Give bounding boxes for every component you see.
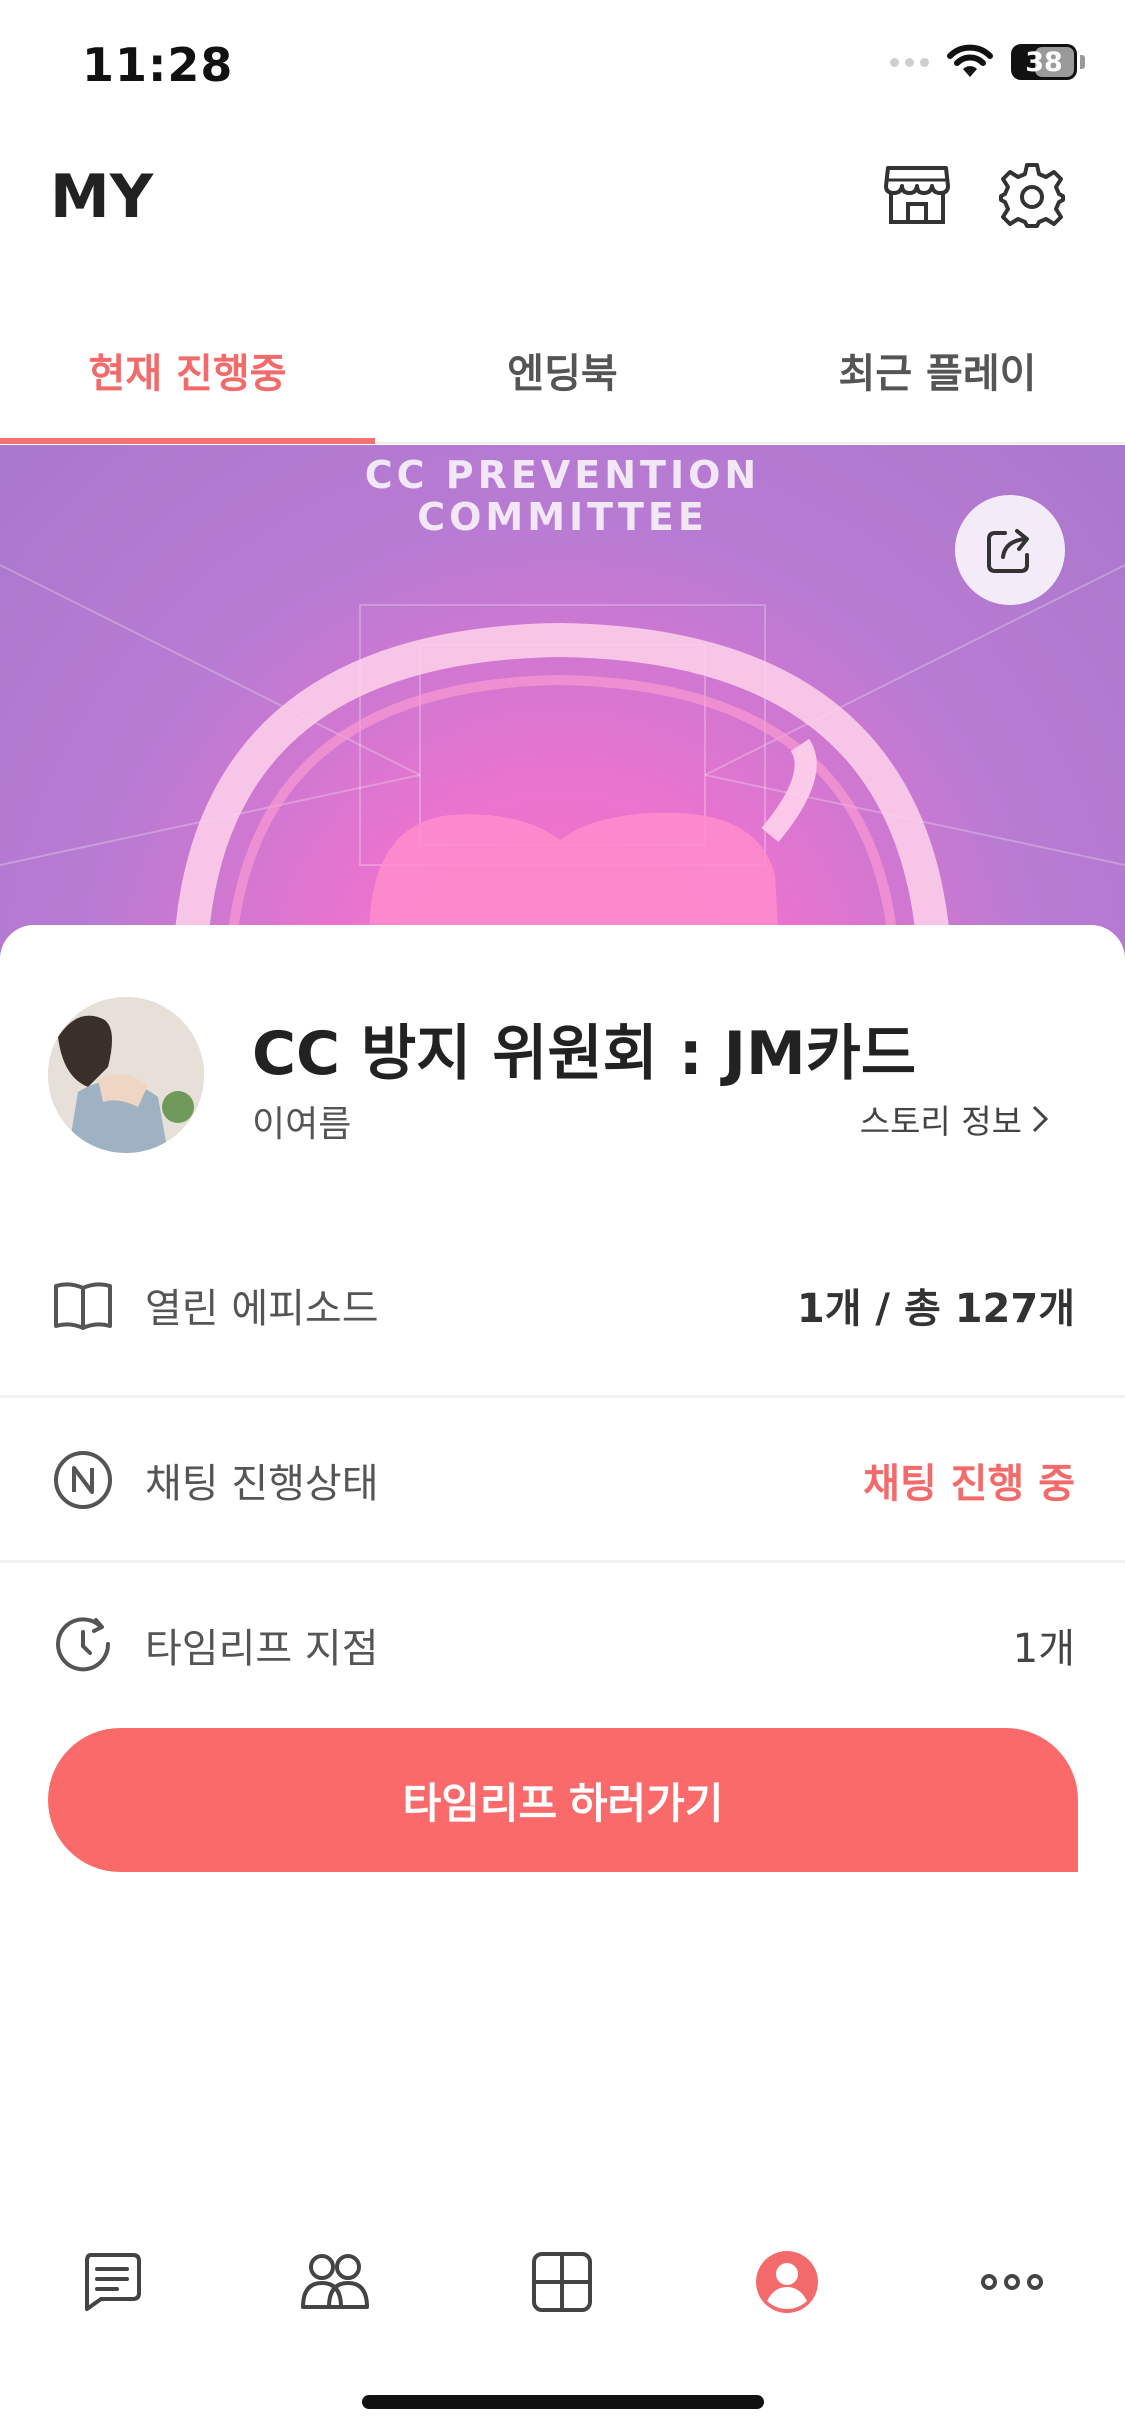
grid-icon (532, 2252, 592, 2312)
chat-status-label: 채팅 진행상태 (145, 1461, 379, 1507)
chat-icon (85, 2253, 141, 2311)
status-bar: 11:28 38 (0, 0, 1125, 130)
status-icons: 38 (890, 44, 1085, 80)
banner-title-line1: CC PREVENTION (364, 453, 761, 497)
story-title: CC 방지 위원회 : JM카드 (252, 1019, 917, 1089)
chat-status-value: 채팅 진행 중 (863, 1461, 1075, 1507)
tab-ending-book[interactable]: 엔딩북 (375, 300, 750, 440)
avatar (48, 997, 204, 1153)
timeleap-label: 타임리프 지점 (145, 1626, 379, 1672)
story-author: 이여름 (252, 1104, 352, 1145)
nav-profile[interactable] (752, 2247, 822, 2317)
tab-current[interactable]: 현재 진행중 (0, 300, 375, 440)
chevron-right-icon (1032, 1105, 1049, 1133)
cellular-signal-icon (890, 57, 929, 67)
nav-chat[interactable] (77, 2247, 147, 2317)
story-card: CC 방지 위원회 : JM카드 이여름 스토리 정보 열린 에피소드 1개 /… (0, 925, 1125, 2225)
chat-status-row: 채팅 진행상태 채팅 진행 중 (0, 1400, 1125, 1560)
timeleap-button[interactable]: 타임리프 하러가기 (48, 1728, 1078, 1872)
story-info-label: 스토리 정보 (859, 1102, 1022, 1141)
timer-icon (56, 1617, 111, 1672)
episodes-label: 열린 에피소드 (145, 1286, 379, 1332)
home-indicator (362, 2395, 764, 2409)
share-button[interactable] (955, 495, 1065, 605)
story-info-link[interactable]: 스토리 정보 (860, 1095, 1050, 1143)
n-circle-icon (54, 1451, 112, 1509)
episodes-value: 1개 / 총 127개 (796, 1286, 1075, 1332)
wifi-icon (947, 44, 993, 77)
nav-people[interactable] (300, 2247, 370, 2317)
tab-indicator (0, 438, 375, 444)
profile-icon (756, 2251, 818, 2313)
gear-icon[interactable] (997, 160, 1067, 230)
header: MY (0, 150, 1125, 260)
tab-recent-play[interactable]: 최근 플레이 (750, 300, 1125, 440)
tab-bar: 현재 진행중 엔딩북 최근 플레이 (0, 300, 1125, 445)
battery-level: 38 (1025, 46, 1063, 78)
row-divider (0, 1395, 1125, 1398)
people-icon (301, 2254, 369, 2309)
status-time: 11:28 (82, 38, 234, 92)
nav-more[interactable] (977, 2247, 1047, 2317)
share-icon (987, 529, 1029, 573)
timeleap-value: 1개 (1012, 1626, 1075, 1672)
page: 11:28 38 MY 현재 진행중 엔딩북 최근 플레이 CC PREVENT… (0, 0, 1125, 2436)
nav-grid[interactable] (527, 2247, 597, 2317)
store-icon[interactable] (882, 160, 952, 230)
banner-title-line2: COMMITTEE (417, 495, 708, 539)
episodes-row: 열린 에피소드 1개 / 총 127개 (0, 1225, 1125, 1385)
row-divider (0, 1560, 1125, 1563)
bottom-nav (0, 2225, 1125, 2335)
book-icon (54, 1282, 112, 1330)
story-banner[interactable]: CC PREVENTION COMMITTEE (0, 445, 1125, 965)
page-title: MY (50, 162, 154, 232)
timeleap-row: 타임리프 지점 1개 (0, 1565, 1125, 1725)
more-icon (981, 2274, 1043, 2290)
battery-icon: 38 (1011, 44, 1085, 80)
